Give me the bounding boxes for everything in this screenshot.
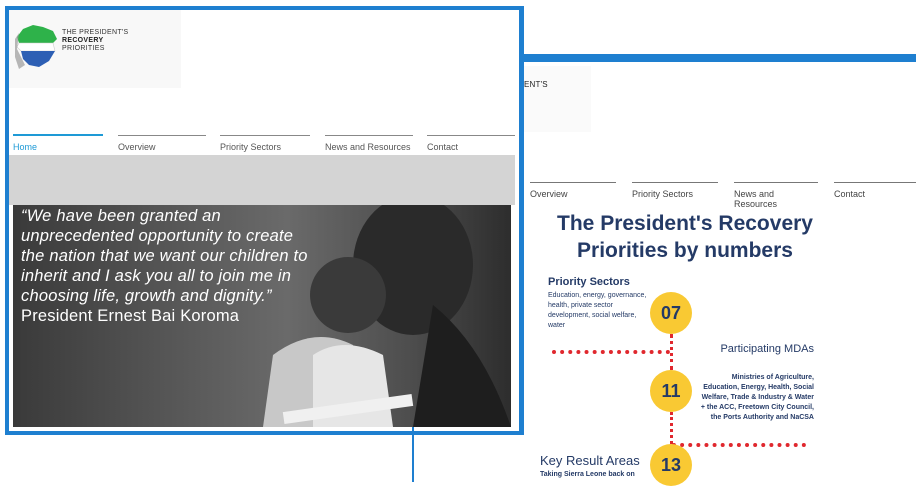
mdas-count-badge: 11: [650, 370, 692, 412]
site-logo-tile[interactable]: THE PRESIDENT'S RECOVERY PRIORITIES: [9, 10, 181, 88]
sierra-leone-map-icon: [15, 25, 57, 69]
dotted-connector: [670, 412, 673, 444]
key-result-areas-title: Key Result Areas: [540, 453, 640, 468]
hero-top-band: [9, 155, 515, 205]
nav-home-label: Home: [13, 142, 38, 152]
nav-contact-label: Contact: [427, 142, 459, 152]
logo-line-2: RECOVERY: [62, 37, 104, 44]
key-result-areas-count-badge: 13: [650, 444, 692, 486]
bg-nav-overview-label: Overview: [530, 189, 568, 199]
key-result-areas-text: Taking Sierra Leone back on: [540, 471, 635, 478]
bg-nav-overview[interactable]: Overview: [530, 182, 616, 207]
bg-nav-contact-label: Contact: [834, 189, 866, 199]
priority-sectors-text: Education, energy, governance, health, p…: [548, 292, 647, 329]
background-logo-tile: [516, 66, 591, 132]
hero-quote: “We have been granted an unprecedented o…: [21, 206, 321, 326]
bg-nav-priority-sectors[interactable]: Priority Sectors: [632, 182, 718, 207]
dotted-connector: [552, 350, 670, 354]
hero-quote-author: President Ernest Bai Koroma: [21, 307, 240, 325]
bg-nav-priority-sectors-label: Priority Sectors: [632, 189, 694, 199]
logo-line-3: PRIORITIES: [62, 45, 105, 52]
nav-priority-sectors-label: Priority Sectors: [220, 142, 282, 152]
background-window-topbar: [516, 54, 916, 62]
site-logo-text: THE PRESIDENT'S RECOVERY PRIORITIES: [62, 29, 129, 53]
foreground-browser-window: THE PRESIDENT'S RECOVERY PRIORITIES Home…: [5, 6, 524, 435]
hero-quote-text: “We have been granted an unprecedented o…: [21, 207, 308, 305]
logo-line-1: THE PRESIDENT'S: [62, 29, 129, 36]
numbers-headline: The President's Recovery Priorities by n…: [557, 212, 813, 262]
dotted-connector: [670, 334, 673, 370]
window-connector-line: [412, 427, 414, 482]
nav-overview-label: Overview: [118, 142, 156, 152]
priority-sectors-title: Priority Sectors: [548, 276, 630, 288]
mdas-text: Ministries of Agriculture, Education, En…: [700, 374, 814, 421]
bg-nav-news[interactable]: News and Resources: [734, 182, 818, 209]
nav-news-label: News and Resources: [325, 142, 411, 152]
priority-sectors-count-badge: 07: [650, 292, 692, 334]
bg-nav-news-label: News and Resources: [734, 189, 778, 209]
bg-nav-contact[interactable]: Contact: [834, 182, 916, 207]
dotted-connector: [672, 443, 806, 447]
mdas-title: Participating MDAs: [720, 343, 814, 355]
